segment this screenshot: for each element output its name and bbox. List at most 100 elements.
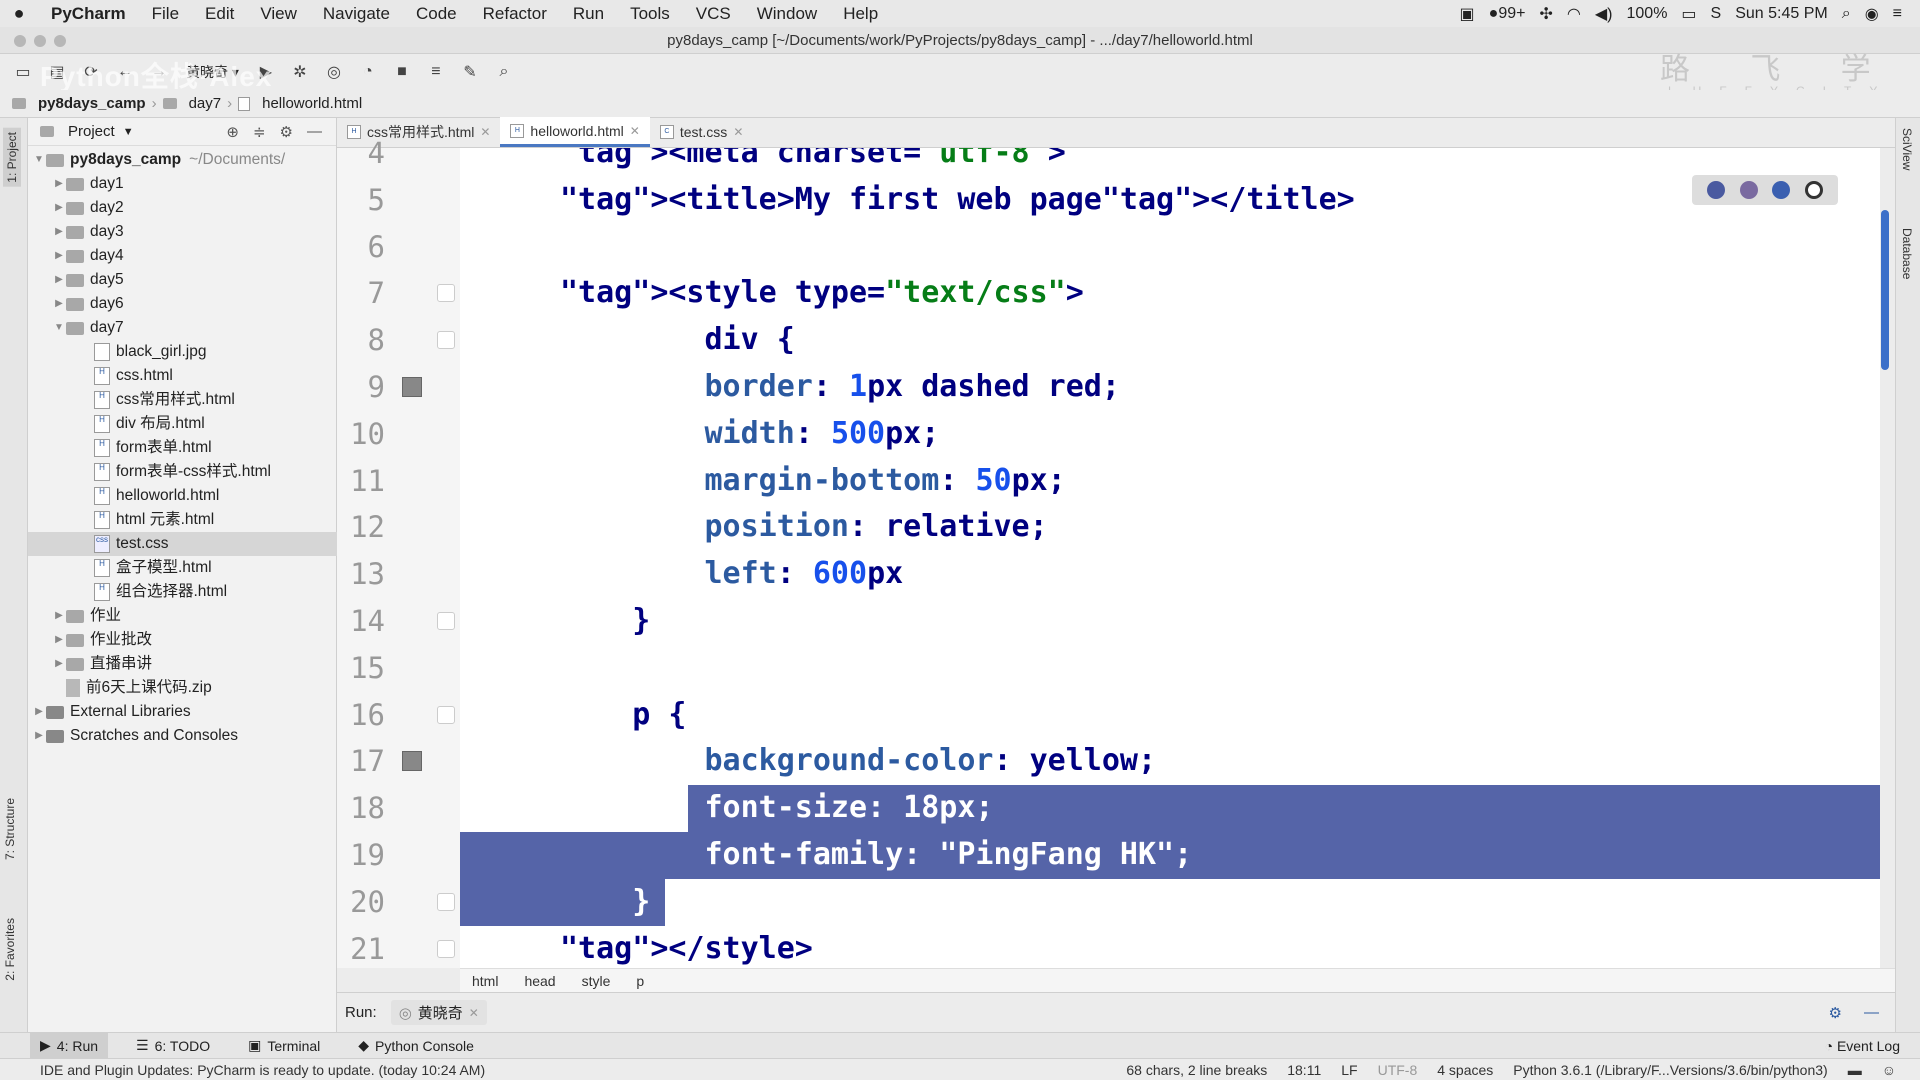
tree-item[interactable]: ▶ day5: [28, 268, 337, 292]
notification-center-icon[interactable]: ≡: [1893, 5, 1902, 23]
status-caret-position[interactable]: 18:11: [1287, 1062, 1321, 1078]
tree-item[interactable]: Hform表单-css样式.html: [28, 460, 337, 484]
code-line[interactable]: }: [560, 598, 650, 644]
color-preview-icon[interactable]: [402, 377, 422, 397]
chevron-right-icon[interactable]: ▶: [52, 196, 66, 220]
hide-icon[interactable]: —: [1864, 1004, 1879, 1022]
menu-edit[interactable]: Edit: [192, 4, 247, 24]
tab-project-toolwindow[interactable]: 1: Project: [3, 128, 21, 187]
tree-item[interactable]: H 盒子模型.html: [28, 556, 337, 580]
fold-marker-icon[interactable]: [437, 939, 455, 958]
clock[interactable]: Sun 5:45 PM: [1735, 5, 1828, 23]
fold-marker-icon[interactable]: [437, 331, 455, 350]
code-line[interactable]: font-family: "PingFang HK";: [560, 832, 1192, 878]
close-icon[interactable]: ✕: [480, 125, 490, 139]
status-encoding[interactable]: UTF-8: [1378, 1062, 1418, 1078]
editor-scrollbar[interactable]: [1881, 210, 1889, 370]
chevron-down-icon[interactable]: ▼: [52, 316, 66, 340]
tree-item[interactable]: ▶ 作业: [28, 604, 337, 628]
code-line[interactable]: "tag"><title>My first web page"tag"></ti…: [560, 177, 1355, 223]
tree-item[interactable]: css test.css: [28, 532, 337, 556]
gear-icon[interactable]: ⚙: [280, 123, 293, 141]
chevron-right-icon[interactable]: ▶: [32, 724, 46, 748]
menu-file[interactable]: File: [139, 4, 192, 24]
menu-vcs[interactable]: VCS: [683, 4, 744, 24]
stop-icon[interactable]: ■: [389, 59, 415, 85]
chevron-right-icon[interactable]: ▶: [52, 628, 66, 652]
tree-item[interactable]: ▼ day7: [28, 316, 337, 340]
code-line[interactable]: "tag"><meta charset="utf-8">: [560, 148, 1066, 176]
tree-root[interactable]: ▼ py8days_camp ~/Documents/: [28, 148, 337, 172]
close-icon[interactable]: ✕: [733, 125, 743, 139]
code-line[interactable]: margin-bottom: 50px;: [560, 458, 1066, 504]
spotlight-search-icon[interactable]: ⌕: [1842, 5, 1851, 23]
debug-icon[interactable]: ✲: [287, 59, 313, 85]
battery-icon[interactable]: ▭: [1681, 4, 1696, 24]
chevron-right-icon[interactable]: ▶: [52, 268, 66, 292]
minimize-window-button[interactable]: [34, 35, 46, 47]
nav-project[interactable]: py8days_camp: [38, 95, 146, 112]
tree-item[interactable]: black_girl.jpg: [28, 340, 337, 364]
fold-marker-icon[interactable]: [437, 612, 455, 630]
code-line[interactable]: width: 500px;: [560, 411, 940, 457]
tree-item[interactable]: ▶ External Libraries: [28, 700, 337, 724]
tree-item[interactable]: Hcss常用样式.html: [28, 388, 337, 412]
nav-file[interactable]: helloworld.html: [262, 95, 362, 112]
close-window-button[interactable]: [14, 35, 26, 47]
chevron-right-icon[interactable]: ▶: [52, 220, 66, 244]
tree-item[interactable]: Hdiv 布局.html: [28, 412, 337, 436]
tree-item[interactable]: H 组合选择器.html: [28, 580, 337, 604]
opera-icon[interactable]: [1804, 181, 1823, 199]
tree-item[interactable]: Hcss.html: [28, 364, 337, 388]
code-line[interactable]: p {: [560, 692, 686, 738]
menu-help[interactable]: Help: [830, 4, 891, 24]
zoom-window-button[interactable]: [54, 35, 66, 47]
crumb-p[interactable]: p: [636, 973, 644, 989]
code-line[interactable]: left: 600px: [560, 551, 904, 597]
tool-todo[interactable]: ☰ 6: TODO: [126, 1033, 220, 1059]
code-editor[interactable]: "tag"><meta charset="utf-8"> "tag"><title…: [460, 148, 1880, 968]
tab-helloworld[interactable]: H helloworld.html ✕: [500, 117, 650, 147]
chevron-right-icon[interactable]: ▶: [52, 604, 66, 628]
code-line[interactable]: border: 1px dashed red;: [560, 364, 1120, 410]
inspector-icon[interactable]: ☺: [1882, 1062, 1896, 1078]
code-line[interactable]: font-size: 18px;: [560, 785, 993, 831]
notification-icon[interactable]: ●99+: [1489, 5, 1526, 23]
open-folder-icon[interactable]: ▭: [10, 59, 36, 85]
tool-run[interactable]: ▶ 4: Run: [30, 1032, 109, 1059]
menu-navigate[interactable]: Navigate: [310, 4, 403, 24]
close-icon[interactable]: ✕: [630, 124, 640, 138]
user-icon[interactable]: ◉: [1865, 4, 1879, 24]
tree-item[interactable]: ▶ Scratches and Consoles: [28, 724, 337, 748]
nav-folder[interactable]: day7: [189, 95, 222, 112]
code-line[interactable]: background-color: yellow;: [560, 738, 1157, 784]
tab-sciview[interactable]: SciView: [1900, 128, 1914, 170]
tree-item[interactable]: ▶ day2: [28, 196, 337, 220]
tree-item[interactable]: ▶ day1: [28, 172, 337, 196]
camera-icon[interactable]: ▣: [1460, 4, 1475, 24]
network-icon[interactable]: ✣: [1539, 4, 1552, 24]
profile-icon[interactable]: ◔: [355, 59, 381, 85]
tab-structure-toolwindow[interactable]: 7: Structure: [3, 798, 17, 860]
tab-favorites-toolwindow[interactable]: 2: Favorites: [3, 918, 17, 981]
crumb-html[interactable]: html: [472, 973, 498, 989]
chevron-right-icon[interactable]: ▶: [52, 292, 66, 316]
run-tab[interactable]: ◎ 黄晓奇 ✕: [390, 1000, 487, 1025]
status-line-separator[interactable]: LF: [1341, 1062, 1357, 1078]
wrench-icon[interactable]: ✎: [457, 59, 483, 85]
fold-marker-icon[interactable]: [437, 284, 455, 303]
close-icon[interactable]: ✕: [469, 1006, 479, 1020]
volume-icon[interactable]: ◀): [1595, 4, 1613, 24]
color-preview-icon[interactable]: [402, 751, 422, 772]
event-log-button[interactable]: ◔ Event Log: [1825, 1038, 1920, 1054]
tree-item[interactable]: Hform表单.html: [28, 436, 337, 460]
menu-pycharm[interactable]: PyCharm: [38, 4, 139, 24]
coverage-icon[interactable]: ◎: [321, 59, 347, 85]
apple-icon[interactable]: ●: [0, 3, 38, 24]
code-line[interactable]: }: [560, 879, 650, 925]
firefox-icon[interactable]: [1739, 181, 1758, 199]
menu-code[interactable]: Code: [403, 4, 470, 24]
chevron-right-icon[interactable]: ▶: [52, 172, 66, 196]
tool-python-console[interactable]: ◆ Python Console: [348, 1033, 484, 1059]
status-interpreter[interactable]: Python 3.6.1 (/Library/F...Versions/3.6/…: [1513, 1062, 1827, 1078]
